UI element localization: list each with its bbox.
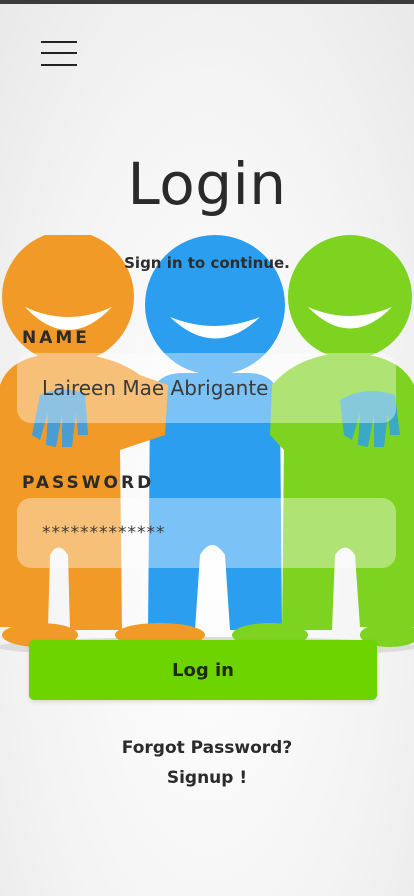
hamburger-line <box>41 52 77 54</box>
page-subtitle: Sign in to continue. <box>124 254 290 272</box>
password-label: PASSWORD <box>22 473 155 493</box>
name-input[interactable] <box>17 353 396 423</box>
password-input[interactable] <box>17 498 396 568</box>
name-label: NAME <box>22 328 90 348</box>
menu-button[interactable] <box>38 38 80 70</box>
three-smiling-people-icon <box>0 235 414 655</box>
forgot-password-link[interactable]: Forgot Password? <box>0 738 414 758</box>
page-title: Login <box>127 150 287 218</box>
blue-person <box>145 235 285 630</box>
login-button[interactable]: Log in <box>29 640 377 700</box>
signup-link[interactable]: Signup ! <box>0 768 414 788</box>
hamburger-menu-icon <box>41 41 77 43</box>
hamburger-line <box>41 64 77 66</box>
